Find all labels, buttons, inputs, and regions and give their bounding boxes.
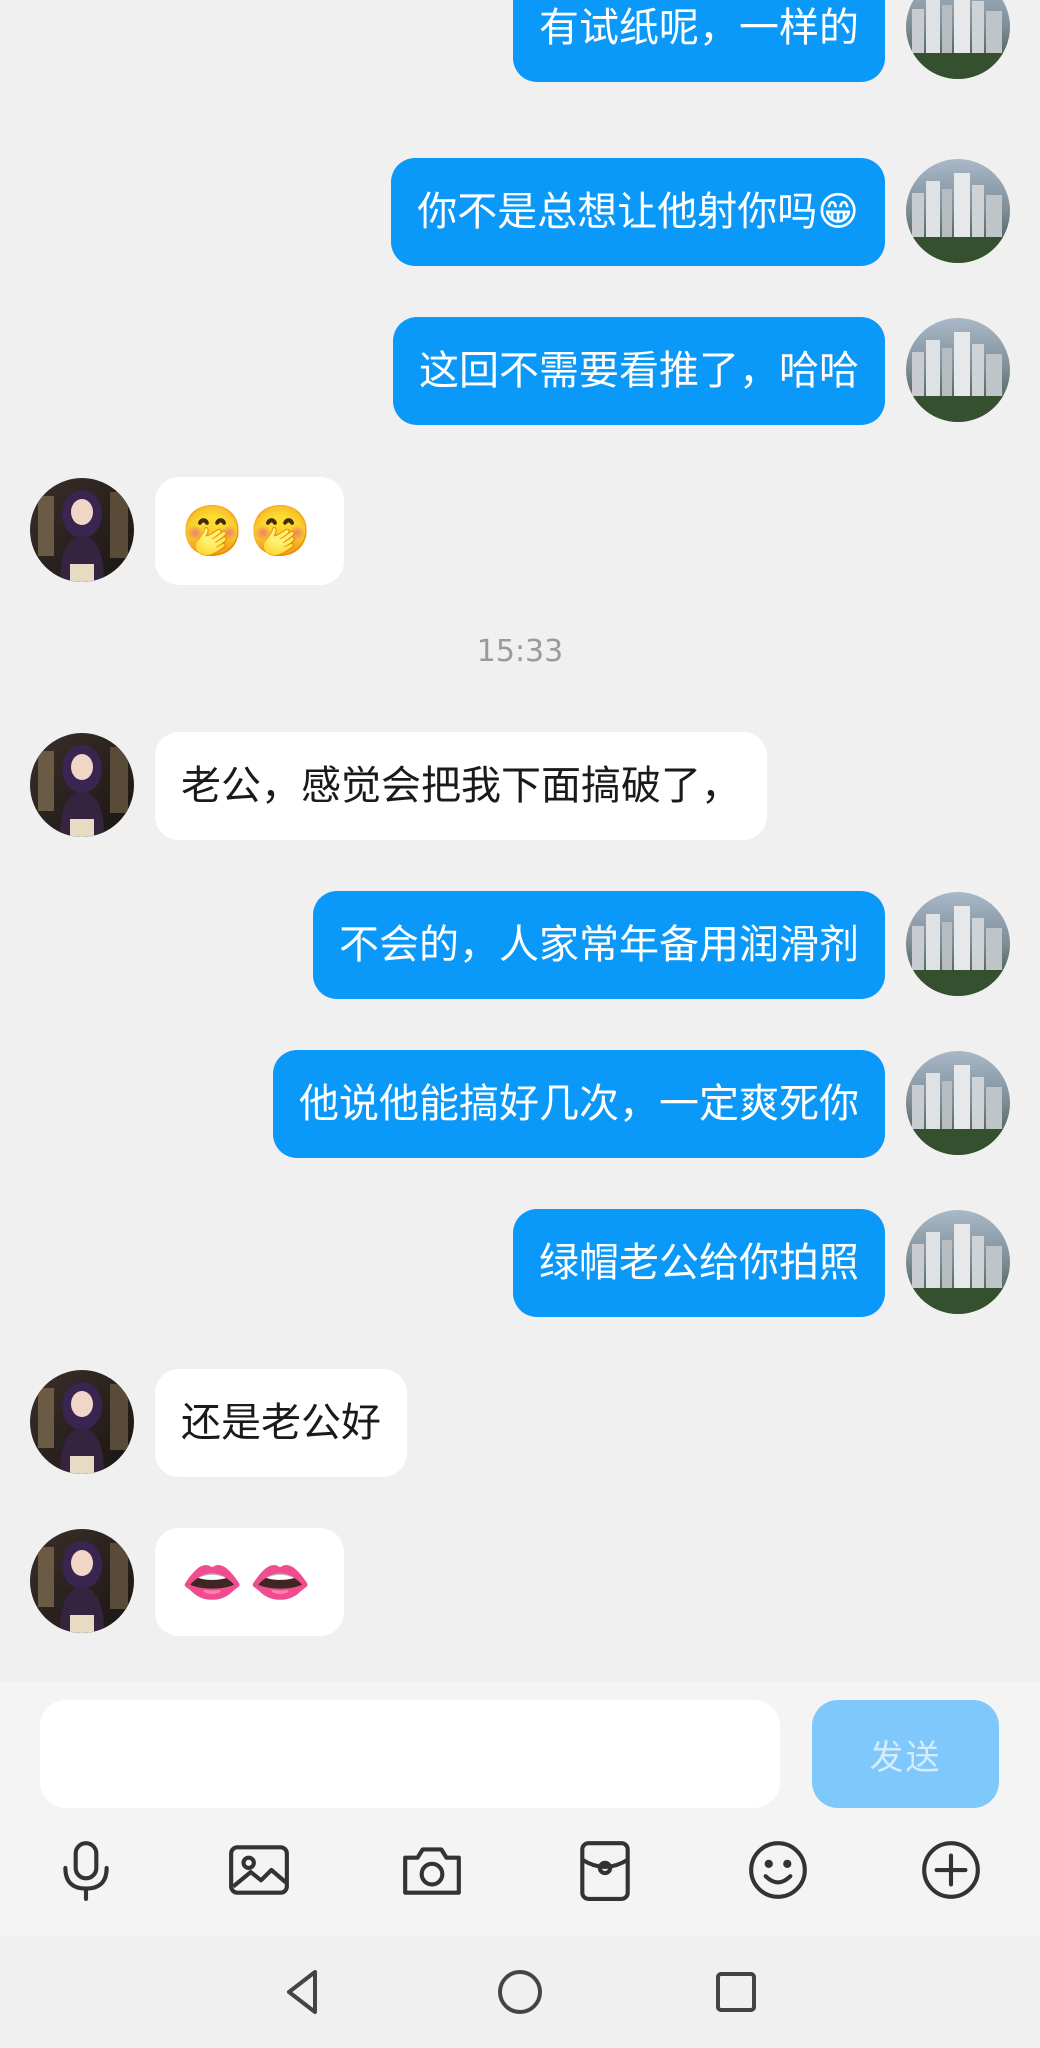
message-bubble-sent[interactable]: 绿帽老公给你拍照 (513, 1209, 885, 1317)
my-avatar[interactable] (906, 318, 1010, 422)
message-bubble-received[interactable]: 🤭🤭 (155, 477, 344, 585)
my-avatar[interactable] (906, 1051, 1010, 1155)
contact-avatar[interactable] (30, 478, 134, 582)
message-row: 他说他能搞好几次，一定爽死你 (0, 1050, 1040, 1160)
recent-apps-icon[interactable] (706, 1962, 766, 2022)
message-row: 这回不需要看推了，哈哈 (0, 317, 1040, 427)
message-row: 👄👄 (0, 1528, 1040, 1638)
system-nav-bar (0, 1936, 1040, 2048)
back-icon[interactable] (273, 1962, 333, 2022)
home-icon[interactable] (490, 1962, 550, 2022)
message-bubble-received[interactable]: 👄👄 (155, 1528, 344, 1636)
emoji-icon[interactable] (738, 1830, 818, 1910)
my-avatar[interactable] (906, 0, 1010, 79)
message-input[interactable] (40, 1700, 780, 1808)
chat-history[interactable]: 有试纸呢，一样的 你不是总想让他射你吗😁 这回不需要看推了，哈哈 🤭🤭 15:3… (0, 0, 1040, 1682)
message-row: 有试纸呢，一样的 (0, 0, 1040, 84)
microphone-icon[interactable] (46, 1830, 126, 1910)
message-bubble-received[interactable]: 还是老公好 (155, 1369, 407, 1477)
message-timestamp: 15:33 (476, 634, 564, 669)
send-button[interactable]: 发送 (812, 1700, 999, 1808)
my-avatar[interactable] (906, 1210, 1010, 1314)
camera-icon[interactable] (392, 1830, 472, 1910)
message-bubble-sent[interactable]: 他说他能搞好几次，一定爽死你 (273, 1050, 885, 1158)
message-composer: 发送 (0, 1682, 1040, 1936)
message-bubble-received[interactable]: 老公，感觉会把我下面搞破了， (155, 732, 767, 840)
image-icon[interactable] (219, 1830, 299, 1910)
message-row: 老公，感觉会把我下面搞破了， (0, 732, 1040, 842)
my-avatar[interactable] (906, 159, 1010, 263)
message-bubble-sent[interactable]: 这回不需要看推了，哈哈 (393, 317, 885, 425)
my-avatar[interactable] (906, 892, 1010, 996)
message-row: 绿帽老公给你拍照 (0, 1209, 1040, 1319)
message-bubble-sent[interactable]: 不会的，人家常年备用润滑剂 (313, 891, 885, 999)
message-row: 还是老公好 (0, 1369, 1040, 1479)
red-packet-icon[interactable] (565, 1830, 645, 1910)
message-bubble-sent[interactable]: 你不是总想让他射你吗😁 (391, 158, 885, 266)
message-row: 你不是总想让他射你吗😁 (0, 158, 1040, 268)
contact-avatar[interactable] (30, 1529, 134, 1633)
message-bubble-sent[interactable]: 有试纸呢，一样的 (513, 0, 885, 82)
message-row: 不会的，人家常年备用润滑剂 (0, 891, 1040, 1001)
contact-avatar[interactable] (30, 1370, 134, 1474)
contact-avatar[interactable] (30, 733, 134, 837)
add-icon[interactable] (911, 1830, 991, 1910)
message-row: 🤭🤭 (0, 477, 1040, 587)
